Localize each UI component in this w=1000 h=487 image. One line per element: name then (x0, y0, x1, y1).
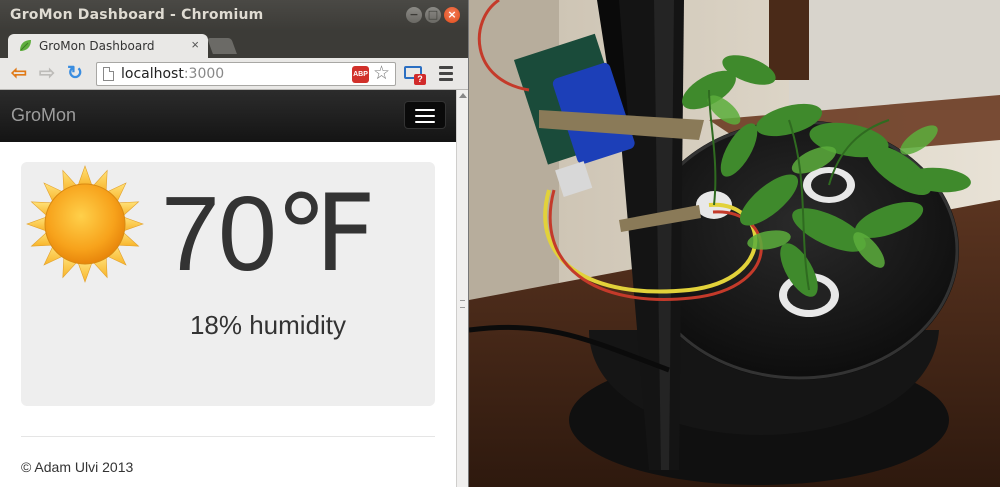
page-viewport: GroMon 70℉ 18% humidity © Adam Ulvi 2013 (0, 90, 456, 487)
back-arrow-icon[interactable]: ⇦ (8, 63, 30, 85)
star-icon[interactable]: ☆ (373, 63, 390, 85)
leaf-icon (20, 40, 31, 51)
humidity-value: 18% humidity (189, 310, 347, 340)
url-host: localhost (121, 66, 184, 82)
browser-window: GroMon Dashboard - Chromium − □ × GroMon… (0, 0, 468, 487)
window-controls: − □ × (406, 7, 460, 23)
new-tab-button[interactable] (207, 38, 237, 54)
sun-icon (26, 165, 144, 283)
footer-divider (21, 436, 435, 437)
maximize-button[interactable]: □ (425, 7, 441, 23)
scroll-up-arrow-icon[interactable] (459, 93, 467, 98)
extension-icon[interactable]: ? (404, 64, 426, 85)
site-navbar: GroMon (0, 90, 456, 142)
planter-photo-illustration (469, 0, 1000, 487)
tab-gromon-dashboard[interactable]: GroMon Dashboard × (8, 34, 208, 58)
page-icon (103, 67, 114, 81)
vertical-scrollbar[interactable] (456, 90, 468, 487)
tab-label: GroMon Dashboard (39, 39, 155, 53)
hamburger-menu-icon[interactable] (439, 66, 453, 82)
url-text[interactable]: localhost:3000 (121, 66, 224, 82)
tab-close-icon[interactable]: × (191, 37, 199, 52)
brand-link[interactable]: GroMon (11, 105, 76, 126)
scrollbar-grip[interactable] (460, 300, 465, 308)
weather-panel: 70℉ 18% humidity (21, 162, 435, 406)
browser-toolbar: ⇦ ⇨ ↻ localhost:3000 ABP ☆ ? (0, 58, 468, 90)
extension-badge: ? (414, 74, 426, 85)
reload-icon[interactable]: ↻ (64, 63, 86, 85)
address-bar[interactable]: localhost:3000 ABP ☆ (96, 62, 396, 86)
close-button[interactable]: × (444, 7, 460, 23)
adblock-icon[interactable]: ABP (352, 66, 369, 83)
footer-copyright: © Adam Ulvi 2013 (21, 459, 134, 475)
url-port: :3000 (183, 66, 225, 82)
tab-strip: GroMon Dashboard × (0, 31, 468, 58)
navbar-toggle-button[interactable] (404, 101, 446, 129)
temperature-value: 70℉ (161, 175, 376, 293)
forward-arrow-icon[interactable]: ⇨ (36, 63, 58, 85)
title-bar[interactable]: GroMon Dashboard - Chromium − □ × (0, 0, 468, 31)
minimize-button[interactable]: − (406, 7, 422, 23)
window-title: GroMon Dashboard - Chromium (10, 7, 264, 23)
planter-photo (469, 0, 1000, 487)
